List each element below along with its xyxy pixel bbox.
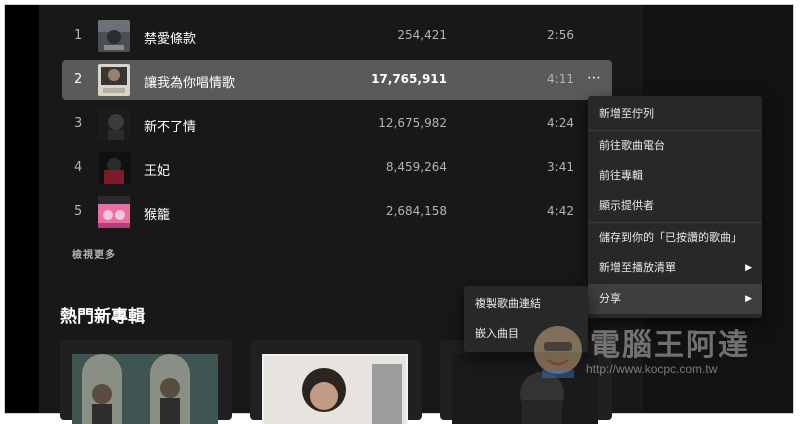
track-title[interactable]: 禁愛條款 [144, 28, 196, 47]
track-number: 5 [74, 204, 83, 219]
album-cover-image [262, 354, 408, 424]
track-row[interactable]: 5 猴籠 2,684,158 4:42 [62, 192, 612, 232]
section-title: 熱門新專輯 [60, 307, 145, 327]
menu-item-copy-song-link[interactable]: 複製歌曲連結 [464, 290, 588, 318]
track-duration: 2:56 [547, 28, 574, 42]
show-more-button[interactable]: 檢視更多 [72, 246, 116, 261]
menu-item-label: 新增至佇列 [599, 107, 654, 120]
track-row[interactable]: 3 新不了情 12,675,982 4:24 [62, 104, 612, 144]
menu-item-label: 儲存到你的「已按讚的歌曲」 [599, 231, 742, 244]
menu-item-label: 新增至播放清單 [599, 261, 676, 274]
play-count: 17,765,911 [371, 72, 447, 86]
track-duration: 3:41 [547, 160, 574, 174]
track-number: 4 [74, 160, 83, 175]
watermark-text: 電腦王阿達 [590, 328, 750, 363]
menu-item-go-to-album[interactable]: 前往專輯 [588, 161, 762, 191]
play-count: 2,684,158 [385, 204, 447, 218]
track-duration: 4:24 [547, 116, 574, 130]
album-cover-image [72, 354, 218, 424]
menu-item-add-to-playlist[interactable]: 新增至播放清單 ▶ [588, 253, 762, 283]
track-number: 2 [74, 72, 83, 87]
chevron-right-icon: ▶ [745, 263, 752, 273]
menu-item-label: 顯示提供者 [599, 199, 654, 212]
menu-item-share[interactable]: 分享 ▶ [588, 284, 762, 314]
menu-item-save-to-liked-songs[interactable]: 儲存到你的「已按讚的歌曲」 [588, 223, 762, 253]
track-title[interactable]: 新不了情 [144, 116, 196, 135]
track-number: 1 [74, 28, 83, 43]
menu-item-label: 嵌入曲目 [475, 327, 519, 340]
menu-item-label: 前往專輯 [599, 169, 643, 182]
album-cover-image [98, 152, 130, 184]
left-sidebar-strip [5, 5, 39, 413]
track-title[interactable]: 猴籠 [144, 204, 170, 223]
track-duration: 4:42 [547, 204, 574, 218]
album-cover-image [98, 196, 130, 228]
more-options-icon[interactable]: ⋯ [587, 70, 602, 86]
track-title[interactable]: 讓我為你唱情歌 [144, 72, 235, 91]
play-count: 12,675,982 [378, 116, 447, 130]
watermark-url: http://www.kocpc.com.tw [586, 362, 718, 376]
play-count: 254,421 [397, 28, 447, 42]
album-card[interactable] [60, 340, 232, 424]
menu-item-label: 前往歌曲電台 [599, 139, 665, 152]
track-title[interactable]: 王妃 [144, 160, 170, 179]
album-cover-image [98, 20, 130, 52]
play-count: 8,459,264 [385, 160, 447, 174]
mascot-logo-icon [534, 326, 582, 378]
menu-item-label: 分享 [599, 292, 621, 305]
chevron-right-icon: ▶ [745, 294, 752, 304]
menu-item-add-to-queue[interactable]: 新增至佇列 [588, 99, 762, 129]
track-row-selected[interactable]: 2 讓我為你唱情歌 17,765,911 4:11 ⋯ [62, 60, 612, 100]
menu-item-label: 複製歌曲連結 [475, 297, 541, 310]
site-watermark: 電腦王阿達 http://www.kocpc.com.tw [528, 316, 768, 390]
track-number: 3 [74, 116, 83, 131]
album-cover-image [98, 64, 130, 96]
album-cover-image [98, 108, 130, 140]
track-row[interactable]: 4 王妃 8,459,264 3:41 [62, 148, 612, 188]
album-card[interactable] [250, 340, 422, 424]
menu-item-show-credits[interactable]: 顯示提供者 [588, 191, 762, 221]
track-row[interactable]: 1 禁愛條款 254,421 2:56 [62, 16, 612, 56]
track-context-menu: 新增至佇列 前往歌曲電台 前往專輯 顯示提供者 儲存到你的「已按讚的歌曲」 新增… [588, 96, 762, 318]
menu-item-go-to-song-radio[interactable]: 前往歌曲電台 [588, 131, 762, 161]
track-duration: 4:11 [547, 72, 574, 86]
